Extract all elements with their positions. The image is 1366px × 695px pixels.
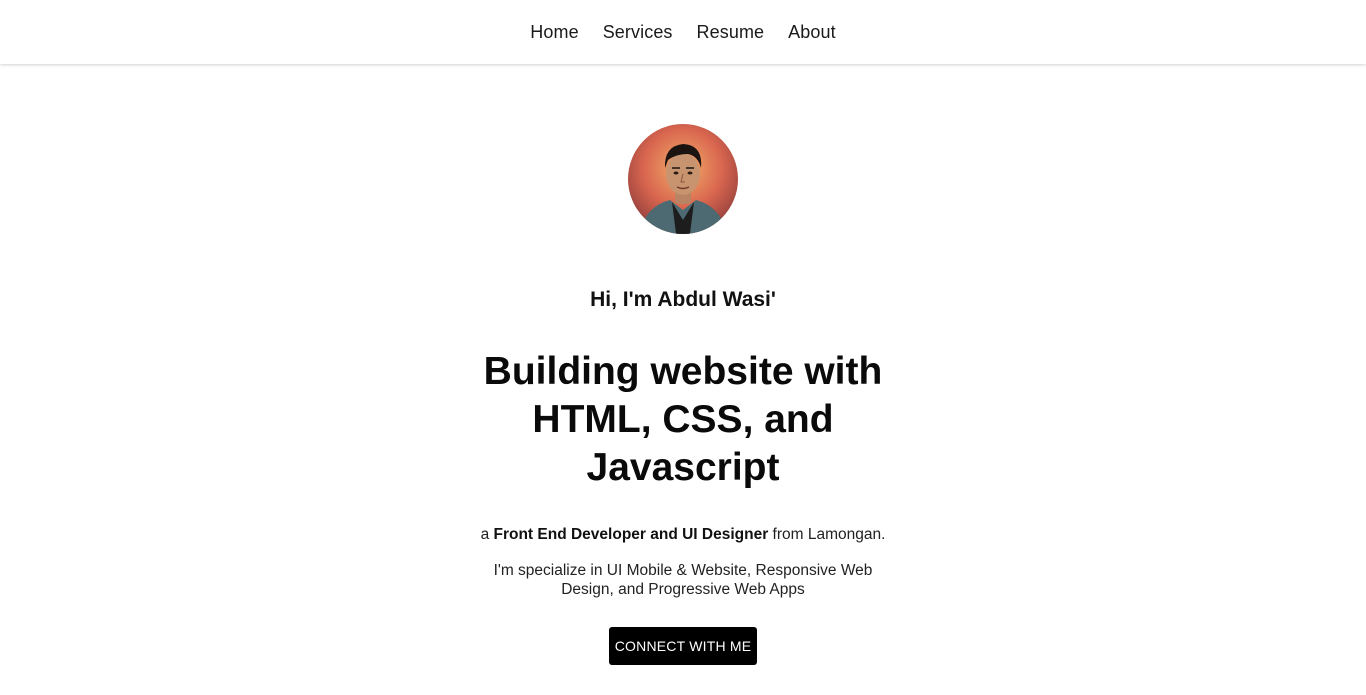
role-bold-text: Front End Developer and UI Designer [493, 526, 769, 543]
role-description: a Front End Developer and UI Designer fr… [0, 526, 1366, 544]
avatar-portrait-icon [628, 124, 738, 234]
top-navbar: Home Services Resume About [0, 0, 1366, 64]
nav-services-link[interactable]: Services [603, 22, 673, 43]
nav-home-link[interactable]: Home [530, 22, 578, 43]
greeting-text: Hi, I'm Abdul Wasi' [590, 288, 776, 311]
specialize-text: I'm specialize in UI Mobile & Website, R… [493, 562, 873, 598]
page-title: Building website with HTML, CSS, and Jav… [483, 350, 883, 489]
role-prefix: a [480, 526, 494, 543]
avatar [628, 124, 738, 234]
role-suffix: from Lamongan. [768, 526, 886, 543]
connect-button[interactable]: CONNECT WITH ME [609, 627, 757, 665]
nav-about-link[interactable]: About [788, 22, 836, 43]
nav-resume-link[interactable]: Resume [697, 22, 765, 43]
